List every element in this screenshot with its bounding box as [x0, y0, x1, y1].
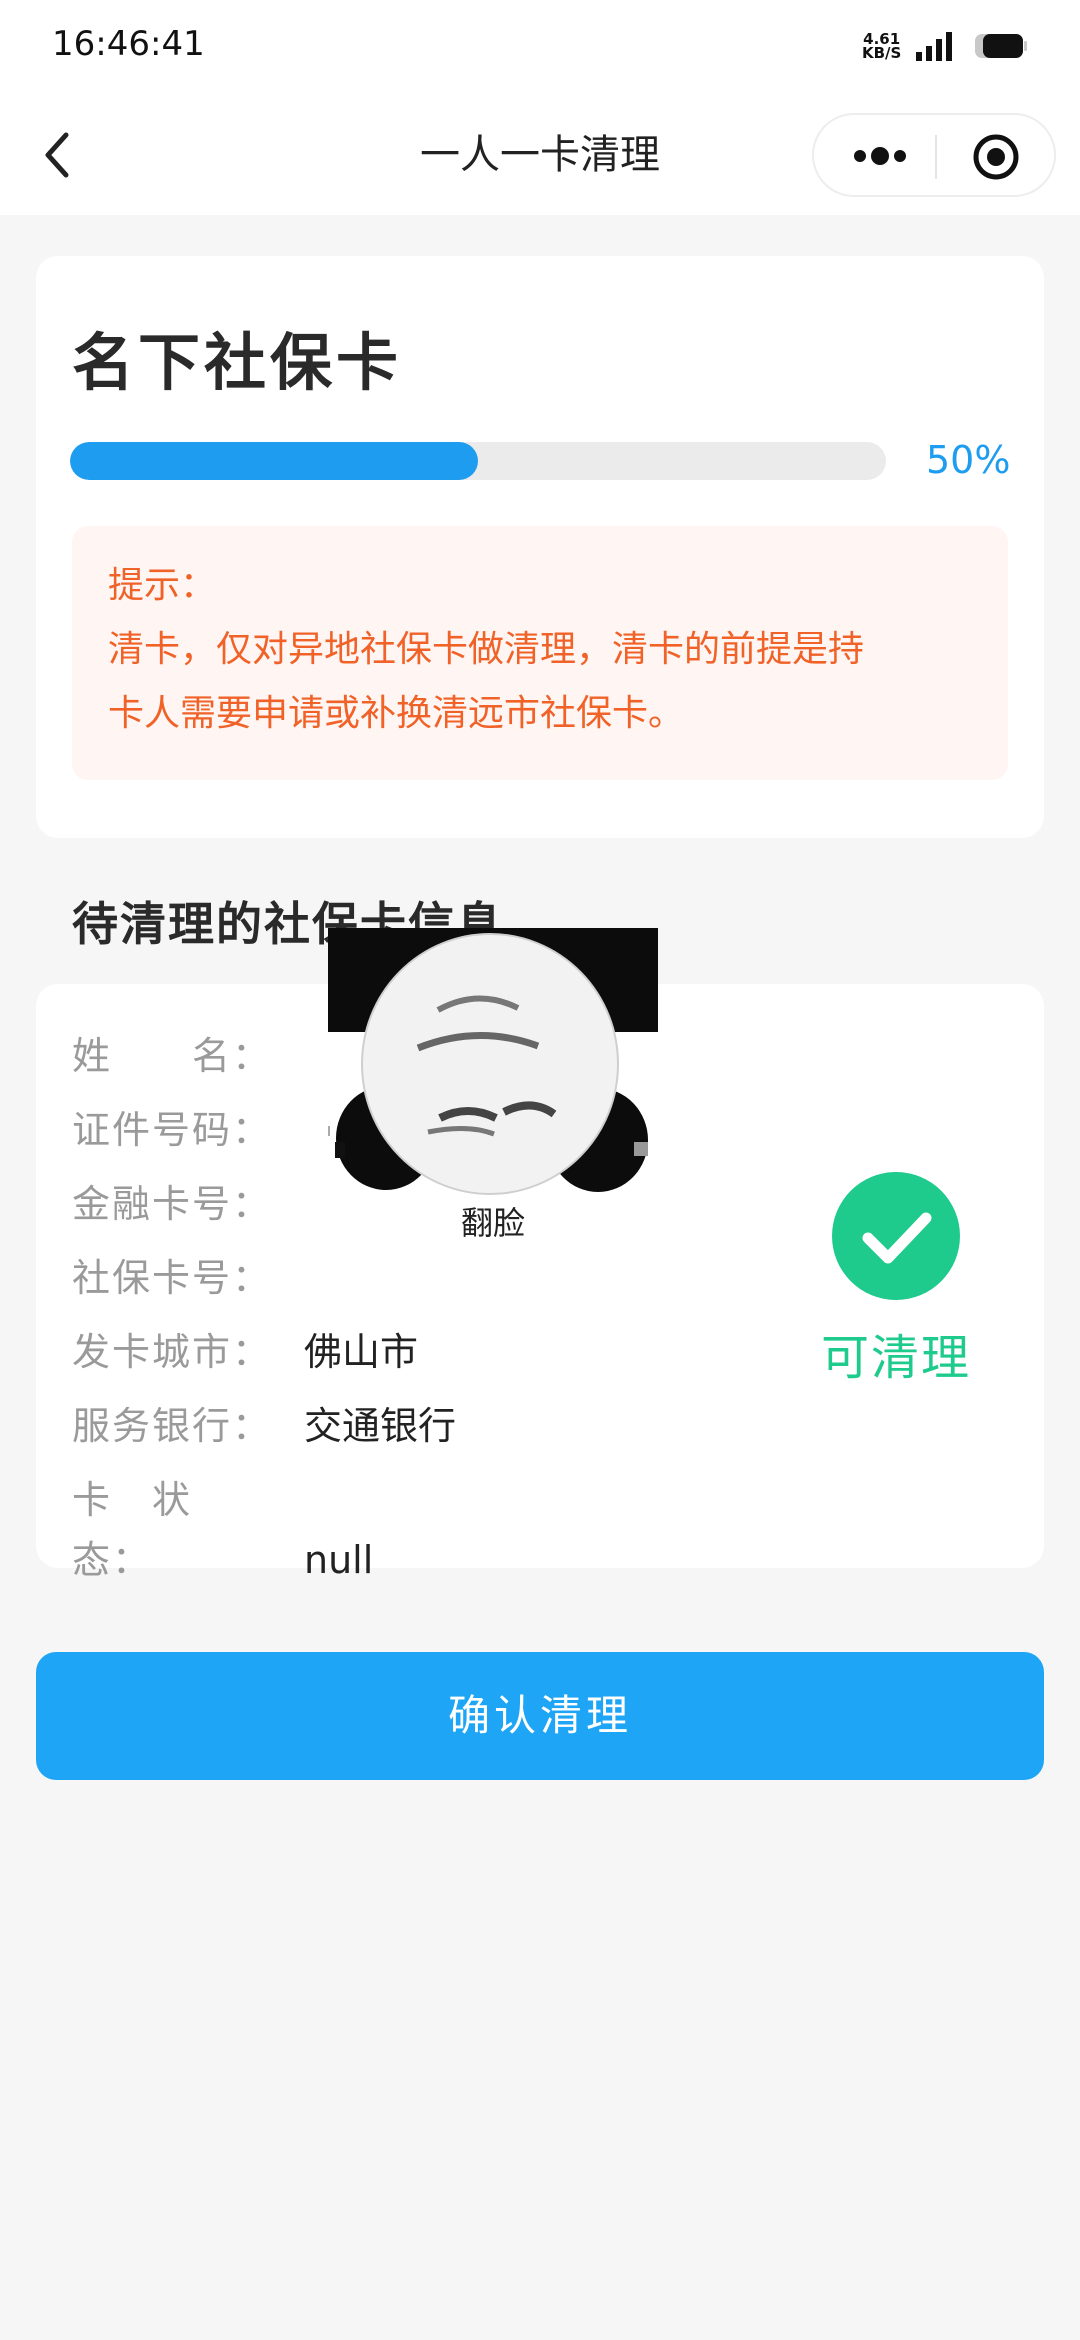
progress-percent: 50%	[926, 438, 1011, 482]
card-title: 名下社保卡	[72, 326, 403, 399]
info-label: 卡 状 态：	[72, 1478, 233, 1582]
info-row-status: 卡 状 态： null	[72, 1470, 373, 1582]
signal-icon	[916, 32, 952, 61]
notice-line-2: 卡人需要申请或补换清远市社保卡。	[108, 693, 685, 734]
notice-heading: 提示：	[108, 565, 217, 606]
info-row-id: 证件号码：	[72, 1100, 304, 1160]
status-clearable: 可清理	[820, 1330, 971, 1386]
status-time: 16:46:41	[52, 24, 205, 64]
info-label: 姓 名：	[72, 1034, 273, 1078]
info-label: 社保卡号：	[72, 1256, 273, 1300]
info-row-social-card: 社保卡号：	[72, 1248, 304, 1308]
info-value: null	[304, 1538, 374, 1582]
network-speed-unit: KB/S	[862, 44, 902, 62]
progress-fill	[70, 442, 478, 480]
info-row-city: 发卡城市： 佛山市	[72, 1322, 418, 1382]
capsule-divider	[935, 135, 937, 179]
info-row-bank-card: 金融卡号：	[72, 1174, 304, 1234]
info-value: 佛山市	[304, 1330, 419, 1374]
meme-sticker: 翻脸	[320, 928, 658, 1244]
notice-line-1: 清卡，仅对异地社保卡做清理，清卡的前提是持	[108, 629, 865, 670]
battery-icon	[975, 34, 1027, 58]
meme-face-image	[320, 928, 658, 1195]
confirm-clear-button[interactable]: 确认清理	[36, 1652, 1044, 1780]
notice-box: 提示： 清卡，仅对异地社保卡做清理，清卡的前提是持 卡人需要申请或补换清远市社保…	[72, 526, 1008, 780]
summary-card: 名下社保卡 50% 提示： 清卡，仅对异地社保卡做清理，清卡的前提是持 卡人需要…	[36, 256, 1044, 838]
check-circle-icon	[832, 1172, 960, 1300]
meme-caption: 翻脸	[460, 1204, 525, 1242]
more-icon[interactable]	[850, 143, 910, 169]
info-row-name: 姓 名：	[72, 1026, 304, 1086]
nav-bar: 一人一卡清理	[0, 95, 1080, 215]
mini-program-capsule	[812, 113, 1056, 197]
info-row-bank: 服务银行： 交通银行	[72, 1396, 456, 1456]
info-label: 证件号码：	[72, 1108, 273, 1152]
close-target-icon[interactable]	[972, 133, 1020, 181]
info-value: 交通银行	[304, 1404, 457, 1448]
info-label: 金融卡号：	[72, 1182, 273, 1226]
progress-bar	[70, 442, 886, 480]
info-label: 服务银行：	[72, 1404, 273, 1448]
info-label: 发卡城市：	[72, 1330, 273, 1374]
network-speed: 4.61 KB/S	[862, 32, 902, 62]
status-bar: 16:46:41 4.61 KB/S	[0, 0, 1080, 95]
